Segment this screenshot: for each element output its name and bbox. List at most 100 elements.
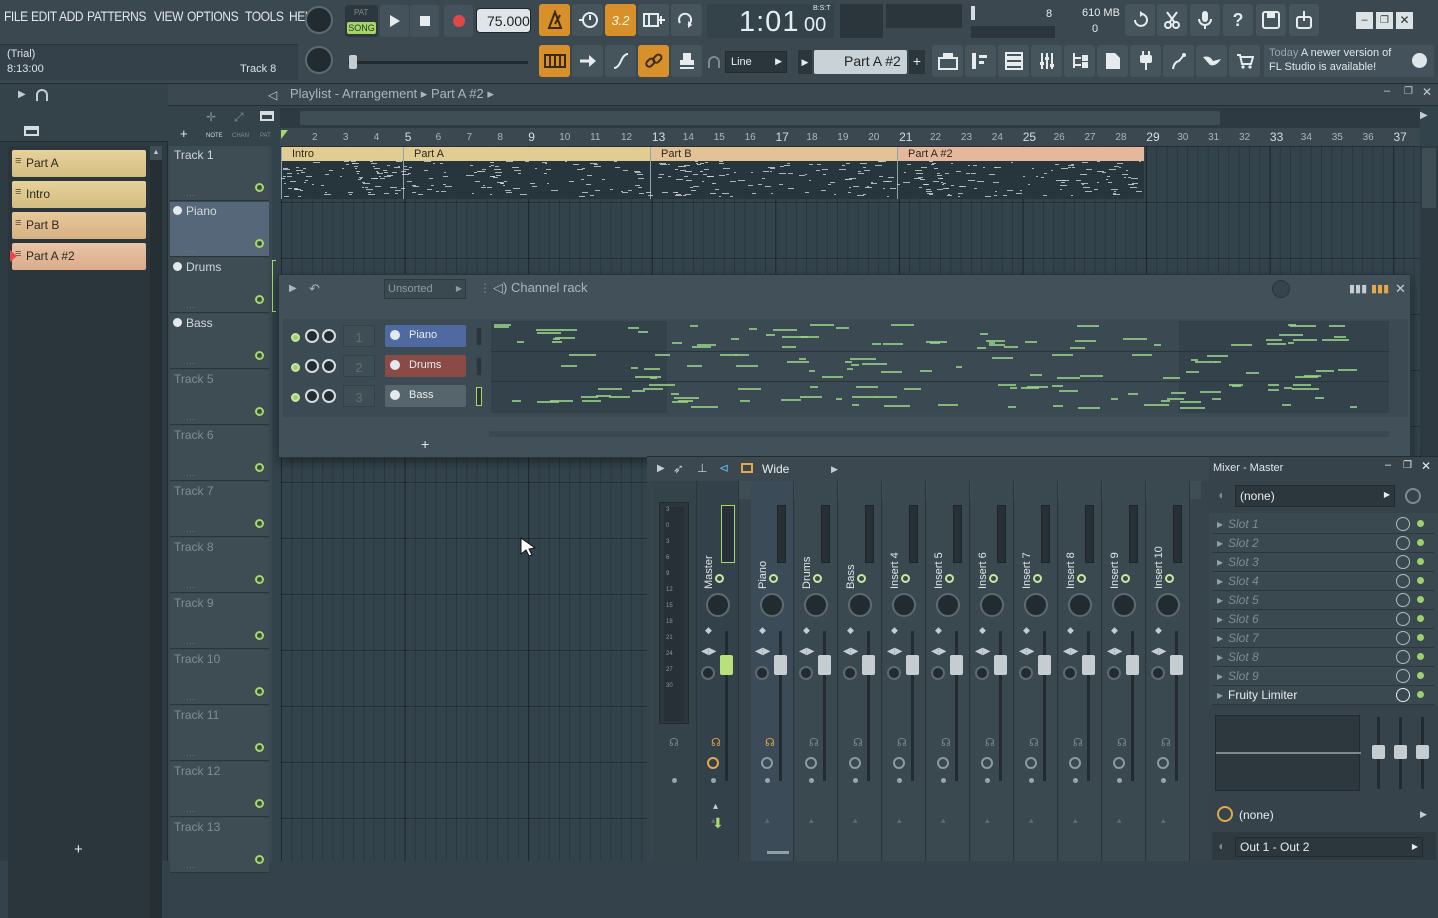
strip-fader-track[interactable] (725, 631, 728, 781)
fx-slot[interactable]: Slot 5 (1212, 591, 1434, 610)
touch-controller-button[interactable] (1163, 45, 1194, 77)
strip-clock-icon[interactable] (937, 757, 949, 769)
strip-route-icon[interactable]: ☊ (1073, 736, 1083, 749)
mixer-strip-insert-5[interactable]: Insert 5 ◆ ◀▶ ☊ ▴ (927, 481, 970, 861)
strip-mute-led[interactable] (813, 574, 822, 583)
menu-add[interactable]: ADD (59, 8, 84, 32)
mixer-panel-close[interactable]: ✕ (1421, 459, 1431, 473)
snap-select[interactable]: Line ▶ (725, 51, 787, 73)
fx-slot-power-icon[interactable] (1396, 555, 1410, 569)
mic-button[interactable] (1190, 4, 1220, 36)
track-mute-led[interactable] (255, 351, 264, 360)
channel-volume-knob[interactable] (305, 359, 319, 373)
channel-route-number[interactable]: 2 (343, 355, 375, 377)
playlist-vertical-scroll-thumb[interactable] (1422, 148, 1436, 208)
strip-fader-track[interactable] (911, 631, 914, 781)
track-mute-led[interactable] (255, 183, 264, 192)
channel-piano-roll-preview[interactable] (491, 321, 1389, 413)
fx-slot[interactable]: Slot 8 (1212, 648, 1434, 667)
strip-send-knob[interactable] (755, 666, 769, 680)
strip-swap-icon[interactable]: ◀▶ (1151, 646, 1166, 657)
menu-options[interactable]: OPTIONS (187, 8, 239, 32)
channel-pan-knob[interactable] (322, 329, 336, 343)
browser-scroll-up[interactable]: ▲ (150, 146, 162, 160)
fx-slot-enable-led[interactable] (1417, 634, 1424, 641)
track-mute-led[interactable] (255, 295, 264, 304)
fx-slot-enable-led[interactable] (1417, 577, 1424, 584)
strip-mute-led[interactable] (715, 574, 724, 583)
menu-patterns[interactable]: PATTERNS (87, 8, 146, 32)
add-pattern-button[interactable]: + (909, 50, 925, 74)
track-header[interactable]: Track 12... (170, 762, 269, 817)
strip-route-icon[interactable]: ☊ (941, 736, 951, 749)
strip-send-arrow-icon[interactable]: ▴ (897, 815, 902, 826)
track-header[interactable]: Track 8... (170, 538, 269, 593)
master-pitch-knob[interactable] (305, 46, 333, 74)
channel-select-indicator[interactable] (476, 357, 482, 376)
channel-pan-knob[interactable] (322, 359, 336, 373)
fx-slot-enable-led[interactable] (1417, 672, 1424, 679)
fx-slot[interactable]: Slot 6 (1212, 610, 1434, 629)
strip-pan-knob[interactable] (804, 593, 828, 617)
track-mute-led[interactable] (255, 463, 264, 472)
strip-route-icon[interactable]: ☊ (897, 736, 907, 749)
strip-mute-led[interactable] (901, 574, 910, 583)
channel-route-number[interactable]: 3 (343, 385, 375, 407)
fx-slot-power-icon[interactable] (1396, 574, 1410, 588)
strip-fader-handle[interactable] (906, 655, 919, 675)
shop-button[interactable] (1229, 45, 1260, 77)
pat-song-toggle[interactable]: PAT SONG (345, 5, 378, 37)
output-select[interactable]: Out 1 - Out 2 ▶ (1235, 837, 1423, 857)
track-mute-led[interactable] (255, 855, 264, 864)
channel-mute-led[interactable] (291, 333, 300, 342)
strip-clock-icon[interactable] (1025, 757, 1037, 769)
track-header[interactable]: Track 6... (170, 426, 269, 481)
strip-fader-handle[interactable] (1170, 655, 1183, 675)
strip-send-arrow-icon[interactable]: ▴ (853, 815, 858, 826)
strip-fader-handle[interactable] (862, 655, 875, 675)
fx-slot-power-icon[interactable] (1396, 593, 1410, 607)
channel-select-indicator[interactable] (476, 327, 482, 346)
strip-route-icon[interactable]: ☊ (711, 736, 721, 749)
stereo-separation-icon[interactable]: ◆ (803, 625, 810, 636)
strip-swap-icon[interactable]: ◀▶ (887, 646, 902, 657)
mixer-menu-arrow-icon[interactable]: ▶ (657, 463, 665, 474)
countdown-button[interactable]: 3.2 (605, 4, 636, 36)
send-select[interactable]: (none) (1239, 808, 1274, 822)
track-mute-led[interactable] (255, 631, 264, 640)
fx-slot-power-icon[interactable] (1396, 688, 1410, 702)
strip-send-knob[interactable] (843, 666, 857, 680)
fx-slot-enable-led[interactable] (1417, 558, 1424, 565)
strip-send-knob[interactable] (1063, 666, 1077, 680)
mixer-layout-icon[interactable] (741, 463, 753, 473)
strip-fader-track[interactable] (867, 631, 870, 781)
close-button[interactable]: ✕ (1396, 12, 1413, 29)
track-header[interactable]: Track 7... (170, 482, 269, 537)
rack-steps-icon[interactable]: ▮▮▮ (1371, 282, 1389, 295)
menu-file[interactable]: FILE (4, 8, 28, 32)
channel-volume-knob[interactable] (305, 389, 319, 403)
strip-mute-led[interactable] (857, 574, 866, 583)
menu-edit[interactable]: EDIT (31, 8, 57, 32)
mixer-strip-scroll[interactable] (767, 851, 789, 854)
tempo-display[interactable]: 75.000 (476, 8, 531, 33)
mixer-strip-piano[interactable]: Piano ◆ ◀▶ ☊ ▴ (751, 481, 794, 861)
stereo-separation-icon[interactable]: ◆ (979, 625, 986, 636)
rack-grip-icon[interactable]: ⋮ (479, 281, 491, 295)
playlist-button[interactable] (932, 45, 963, 77)
mixer-strip-insert-9[interactable]: Insert 9 ◆ ◀▶ ☊ ▴ (1103, 481, 1146, 861)
pattern-item-intro[interactable]: Intro (12, 181, 146, 208)
rack-swing-knob[interactable] (1272, 280, 1290, 298)
fx-slot-enable-led[interactable] (1417, 615, 1424, 622)
step-edit-button[interactable] (638, 4, 669, 36)
strip-send-knob[interactable] (931, 666, 945, 680)
channel-mute-led[interactable] (291, 363, 300, 372)
piano-roll-button[interactable] (965, 45, 996, 77)
loop-record-button[interactable] (671, 4, 702, 36)
fx-slot-power-icon[interactable] (1396, 536, 1410, 550)
strip-swap-icon[interactable]: ◀▶ (843, 646, 858, 657)
strip-send-arrow-icon[interactable]: ▴ (985, 815, 990, 826)
master-output-arrow-icon[interactable]: ⬇ (712, 815, 724, 832)
pattern-item-part-b[interactable]: Part B (12, 212, 146, 239)
strip-swap-icon[interactable]: ◀▶ (1063, 646, 1078, 657)
